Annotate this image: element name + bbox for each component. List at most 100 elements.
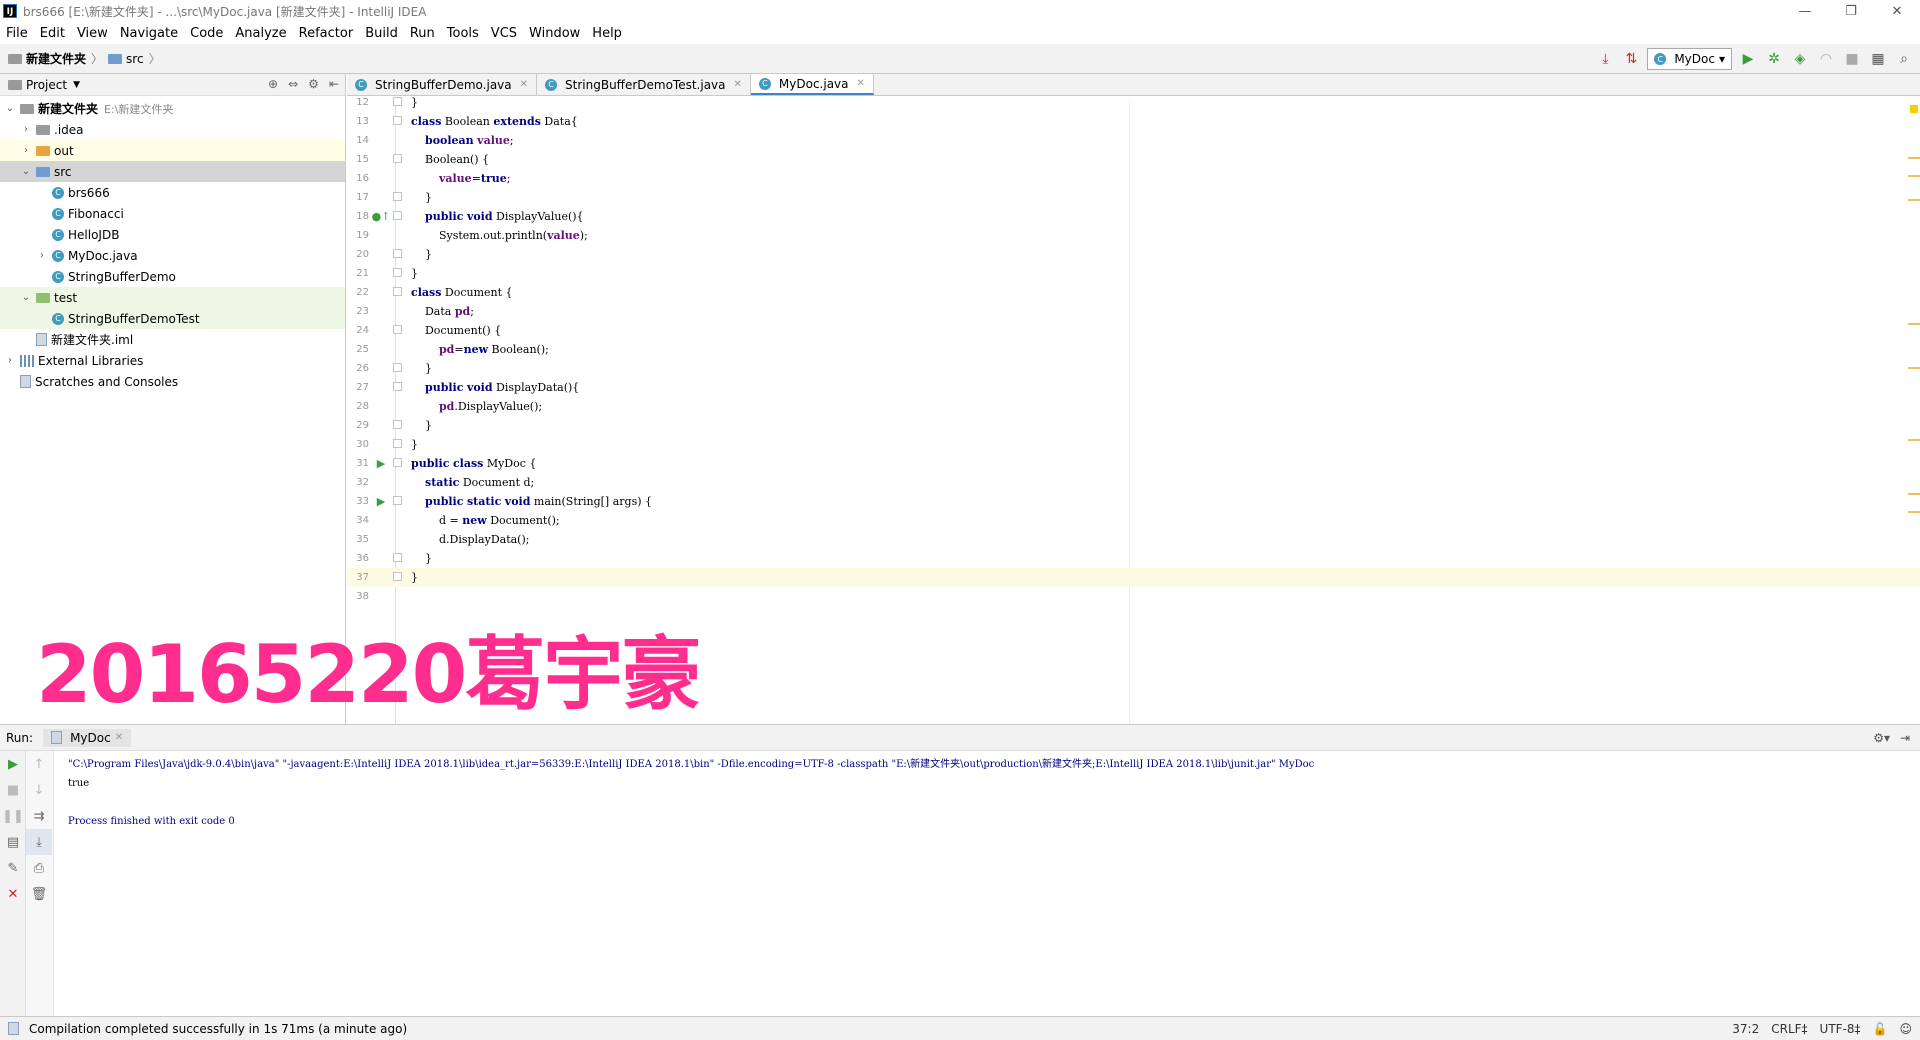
menu-run[interactable]: Run: [404, 26, 441, 41]
run-gutter-icon[interactable]: ▶: [377, 495, 385, 508]
tab-stringbufferdemotest-java[interactable]: C StringBufferDemoTest.java ✕: [537, 74, 751, 95]
chevron-down-icon[interactable]: ▼: [73, 80, 80, 90]
close-icon[interactable]: ✕: [115, 732, 123, 743]
menu-build[interactable]: Build: [359, 26, 404, 41]
close-icon[interactable]: ✕: [520, 79, 528, 90]
arrow-down-icon[interactable]: ↓: [26, 777, 52, 803]
code-line[interactable]: 31 ▶ public class MyDoc {: [347, 454, 1920, 473]
menu-view[interactable]: View: [71, 26, 114, 41]
code-line[interactable]: 26 }: [347, 359, 1920, 378]
soft-wrap-icon[interactable]: ⇉: [26, 803, 52, 829]
status-icon[interactable]: [8, 1022, 19, 1035]
tree-item[interactable]: C StringBufferDemo: [0, 266, 345, 287]
code-line[interactable]: 27 public void DisplayData(){: [347, 378, 1920, 397]
code-line[interactable]: 18 ●↑ public void DisplayValue(){: [347, 207, 1920, 226]
code-line[interactable]: 37}: [347, 568, 1920, 587]
caret-position[interactable]: 37:2: [1732, 1022, 1759, 1036]
menu-analyze[interactable]: Analyze: [229, 26, 292, 41]
chevron-right-icon[interactable]: ›: [36, 250, 48, 261]
code-line[interactable]: 32 static Document d;: [347, 473, 1920, 492]
build-icon[interactable]: ⤓: [1595, 49, 1615, 69]
pause-icon[interactable]: ❚❚: [0, 803, 26, 829]
line-separator[interactable]: CRLF‡: [1771, 1022, 1807, 1036]
project-panel-title[interactable]: Project: [26, 78, 67, 92]
tree-item[interactable]: Cbrs666: [0, 182, 345, 203]
fold-icon[interactable]: [393, 325, 402, 334]
tree-item[interactable]: Scratches and Consoles: [0, 371, 345, 392]
tree-item[interactable]: ⌄ 新建文件夹 E:\新建文件夹: [0, 98, 345, 119]
menu-code[interactable]: Code: [184, 26, 229, 41]
code-line[interactable]: 17 }: [347, 188, 1920, 207]
close-icon[interactable]: ✕: [1874, 0, 1920, 22]
tree-item[interactable]: › out: [0, 140, 345, 161]
tree-item[interactable]: › External Libraries: [0, 350, 345, 371]
scroll-to-end-icon[interactable]: ⤓: [26, 829, 52, 855]
code-line[interactable]: 21}: [347, 264, 1920, 283]
tab-mydoc-java[interactable]: C MyDoc.java ✕: [750, 74, 874, 95]
minimize-icon[interactable]: —: [1782, 0, 1828, 22]
code-line[interactable]: 13 class Boolean extends Data{: [347, 112, 1920, 131]
locate-icon[interactable]: ⊕: [268, 77, 278, 91]
override-gutter-icon[interactable]: ●↑: [372, 210, 391, 223]
fold-icon[interactable]: [393, 287, 402, 296]
code-line[interactable]: 35 d.DisplayData();: [347, 530, 1920, 549]
tree-item[interactable]: C StringBufferDemoTest: [0, 308, 345, 329]
code-line[interactable]: 19 System.out.println(value);: [347, 226, 1920, 245]
menu-file[interactable]: File: [0, 26, 34, 41]
code-line[interactable]: 38: [347, 587, 1920, 606]
tree-item[interactable]: 新建文件夹.iml: [0, 329, 345, 350]
code-line[interactable]: 36 }: [347, 549, 1920, 568]
fold-icon[interactable]: [393, 363, 402, 372]
code-line[interactable]: 14 boolean value;: [347, 131, 1920, 150]
event-log-icon[interactable]: ☺: [1899, 1022, 1912, 1036]
close-icon[interactable]: ✕: [0, 881, 26, 907]
code-line[interactable]: 16 value=true;: [347, 169, 1920, 188]
menu-navigate[interactable]: Navigate: [114, 26, 184, 41]
fold-icon[interactable]: [393, 116, 402, 125]
breadcrumb-src[interactable]: src: [126, 52, 144, 66]
collapse-icon[interactable]: ⇔: [288, 77, 298, 91]
close-icon[interactable]: ✕: [734, 79, 742, 90]
tree-item[interactable]: C HelloJDB: [0, 224, 345, 245]
gear-icon[interactable]: ⚙: [308, 77, 319, 91]
run-icon[interactable]: ▶: [1738, 49, 1758, 69]
search-icon[interactable]: ⌕: [1894, 49, 1914, 69]
trash-icon[interactable]: 🗑: [26, 881, 52, 907]
code-line[interactable]: 33 ▶ public static void main(String[] arg…: [347, 492, 1920, 511]
dump-threads-icon[interactable]: ▤: [0, 829, 26, 855]
menu-refactor[interactable]: Refactor: [293, 26, 360, 41]
fold-icon[interactable]: [393, 572, 402, 581]
hide-icon[interactable]: ⇤: [329, 77, 339, 91]
fold-icon[interactable]: [393, 496, 402, 505]
close-icon[interactable]: ✕: [857, 78, 865, 89]
sort-icon[interactable]: ⇅: [1621, 49, 1641, 69]
chevron-down-icon[interactable]: ⌄: [20, 292, 32, 303]
code-line[interactable]: 30}: [347, 435, 1920, 454]
fold-icon[interactable]: [393, 211, 402, 220]
tab-stringbufferdemo-java[interactable]: C StringBufferDemo.java ✕: [347, 74, 538, 95]
fold-icon[interactable]: [393, 382, 402, 391]
chevron-down-icon[interactable]: ⌄: [4, 103, 16, 114]
menu-tools[interactable]: Tools: [441, 26, 485, 41]
lock-icon[interactable]: 🔓: [1873, 1022, 1888, 1036]
fold-icon[interactable]: [393, 458, 402, 467]
run-gutter-icon[interactable]: ▶: [377, 457, 385, 470]
rerun-icon[interactable]: ▶: [0, 751, 26, 777]
fold-icon[interactable]: [393, 553, 402, 562]
code-line[interactable]: 20 }: [347, 245, 1920, 264]
fold-icon[interactable]: [393, 154, 402, 163]
code-line[interactable]: 23 Data pd;: [347, 302, 1920, 321]
restore-icon[interactable]: ❐: [1828, 0, 1874, 22]
code-line[interactable]: 28 pd.DisplayValue();: [347, 397, 1920, 416]
tree-item[interactable]: ⌄ test: [0, 287, 345, 308]
console-output[interactable]: "C:\Program Files\Java\jdk-9.0.4\bin\jav…: [68, 755, 1920, 831]
run-config-select[interactable]: C MyDoc ▾: [1647, 48, 1732, 70]
debug-icon[interactable]: ✲: [1764, 49, 1784, 69]
stop-icon[interactable]: ■: [0, 777, 26, 803]
print-icon[interactable]: ⎙: [26, 855, 52, 881]
run-tab[interactable]: MyDoc ✕: [43, 728, 132, 747]
chevron-right-icon[interactable]: ›: [20, 145, 32, 156]
fold-icon[interactable]: [393, 192, 402, 201]
stop-icon[interactable]: ■: [1842, 49, 1862, 69]
gear-icon[interactable]: ⚙▾: [1873, 731, 1890, 745]
